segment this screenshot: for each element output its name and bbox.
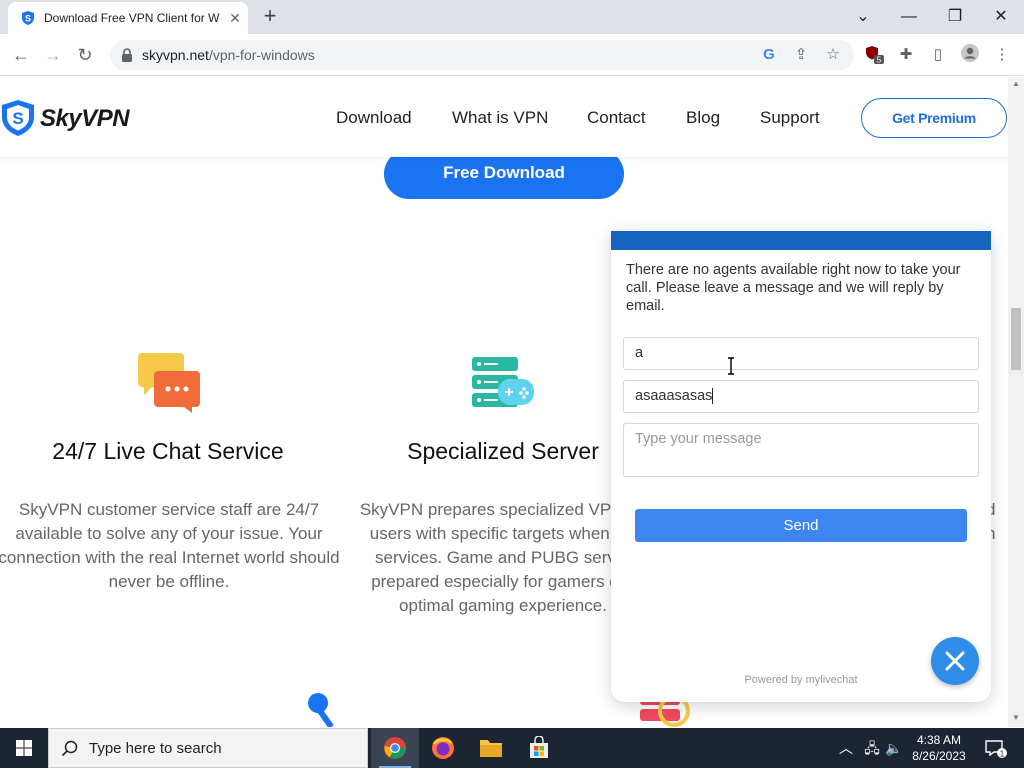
- feature-desc-live-chat: SkyVPN customer service staff are 24/7 a…: [0, 498, 350, 594]
- brand-name: SkyVPN: [40, 105, 130, 132]
- url-domain: skyvpn.net: [142, 47, 209, 63]
- close-window-button[interactable]: ✕: [978, 4, 1024, 30]
- skyvpn-logo[interactable]: S SkyVPN: [0, 99, 130, 139]
- get-premium-button[interactable]: Get Premium: [861, 98, 1007, 138]
- chrome-icon: [384, 737, 406, 759]
- folder-icon: [480, 740, 502, 757]
- profile-avatar-icon[interactable]: [958, 43, 982, 67]
- taskbar-store[interactable]: [515, 728, 563, 768]
- skyvpn-shield-icon: S: [2, 100, 34, 136]
- tab-close-icon[interactable]: ✕: [227, 10, 243, 26]
- live-chat-icon: [138, 353, 200, 413]
- volume-icon[interactable]: 🔈: [884, 738, 904, 758]
- site-header: S SkyVPN Download What is VPN Contact Bl…: [0, 77, 1008, 157]
- notification-count: 1: [1000, 750, 1005, 759]
- search-icon: [61, 740, 78, 757]
- side-panel-icon[interactable]: ▯: [926, 43, 950, 67]
- new-tab-button[interactable]: +: [258, 5, 282, 29]
- address-bar[interactable]: skyvpn.net/vpn-for-windows G ⇪ ☆: [110, 40, 854, 70]
- feature-title-specialized-server: Specialized Server: [407, 438, 599, 464]
- chrome-menu-icon[interactable]: ⋮: [990, 43, 1014, 67]
- tab-search-icon[interactable]: ⌄: [840, 4, 886, 30]
- browser-toolbar: ← → ↻ skyvpn.net/vpn-for-windows G ⇪ ☆ 5…: [0, 34, 1024, 76]
- nav-contact[interactable]: Contact: [587, 108, 646, 128]
- desc-line: SkyVPN customer service staff are 24/7: [18, 500, 320, 519]
- chat-name-field[interactable]: a: [623, 337, 979, 370]
- store-icon: [530, 736, 548, 758]
- page-scrollbar[interactable]: ▲ ▼: [1008, 77, 1024, 727]
- system-clock[interactable]: 4:38 AM 8/26/2023: [906, 732, 972, 764]
- svg-text:S: S: [25, 14, 31, 24]
- extension-badge: 5: [877, 56, 882, 65]
- desc-line: never be offline.: [108, 572, 230, 591]
- browser-tab[interactable]: S Download Free VPN Client for W ✕: [8, 2, 248, 34]
- chat-message-textarea[interactable]: Type your message: [623, 423, 979, 477]
- svg-text:S: S: [12, 109, 23, 128]
- show-hidden-icons-icon[interactable]: ︿: [838, 738, 854, 758]
- chat-header: [611, 231, 991, 250]
- chat-send-button[interactable]: Send: [635, 509, 967, 542]
- taskbar-file-explorer[interactable]: [467, 728, 515, 768]
- ibeam-cursor-icon: [728, 357, 734, 375]
- nav-download[interactable]: Download: [336, 108, 412, 128]
- nav-support[interactable]: Support: [760, 108, 820, 128]
- clock-date: 8/26/2023: [912, 749, 966, 763]
- network-icon[interactable]: 🖧: [862, 738, 882, 758]
- ublock-extension-icon[interactable]: 5: [862, 43, 886, 67]
- search-placeholder: Type here to search: [89, 740, 222, 757]
- live-chat-widget: There are no agents available right now …: [611, 231, 991, 702]
- skyvpn-favicon-icon: S: [22, 11, 34, 25]
- firefox-icon: [432, 737, 454, 759]
- web-page: S SkyVPN Download What is VPN Contact Bl…: [0, 77, 1008, 727]
- chat-email-field[interactable]: asaaasasas: [623, 380, 979, 413]
- windows-logo-icon: [16, 740, 32, 756]
- desc-line: available to solve any of your issue. Yo…: [15, 524, 323, 543]
- feature-title-live-chat: 24/7 Live Chat Service: [52, 438, 284, 464]
- scroll-down-arrow-icon[interactable]: ▼: [1012, 713, 1020, 722]
- text-caret: [712, 388, 714, 405]
- taskbar-search-box[interactable]: Type here to search: [48, 728, 368, 768]
- notification-center-icon[interactable]: 1: [980, 738, 1010, 759]
- start-button[interactable]: [0, 728, 48, 768]
- minimize-button[interactable]: —: [886, 4, 932, 30]
- nav-what-is-vpn[interactable]: What is VPN: [452, 108, 548, 128]
- lock-icon: [122, 48, 132, 62]
- specialized-server-icon: [472, 357, 534, 407]
- url-text: skyvpn.net/vpn-for-windows: [142, 47, 315, 63]
- chat-close-button[interactable]: [931, 637, 979, 685]
- share-icon[interactable]: ⇪: [789, 43, 813, 67]
- chat-email-value: asaaasasas: [635, 388, 713, 404]
- restore-button[interactable]: ❐: [932, 4, 978, 30]
- nav-blog[interactable]: Blog: [686, 108, 720, 128]
- reload-button[interactable]: ↻: [72, 42, 98, 68]
- taskbar-firefox[interactable]: [419, 728, 467, 768]
- taskbar-chrome[interactable]: [371, 728, 419, 768]
- extensions-puzzle-icon[interactable]: ✚: [894, 43, 918, 67]
- tab-title: Download Free VPN Client for W: [44, 11, 220, 25]
- chat-offline-message: There are no agents available right now …: [626, 262, 961, 314]
- google-translate-icon[interactable]: G: [757, 43, 781, 67]
- close-icon: [945, 651, 965, 671]
- scrollbar-thumb[interactable]: [1011, 308, 1021, 370]
- bookmark-star-icon[interactable]: ☆: [821, 43, 845, 67]
- clock-time: 4:38 AM: [916, 733, 962, 747]
- key-icon: [308, 693, 334, 727]
- windows-taskbar: Type here to search ︿ 🖧 🔈 4:38 AM 8/26/2…: [0, 728, 1024, 768]
- url-path: /vpn-for-windows: [208, 47, 315, 63]
- tab-strip: S Download Free VPN Client for W ✕ + ⌄ —…: [0, 0, 1024, 34]
- back-button[interactable]: ←: [8, 42, 34, 68]
- scroll-up-arrow-icon[interactable]: ▲: [1012, 79, 1020, 88]
- desc-line: connection with the real Internet world …: [0, 548, 340, 567]
- forward-button[interactable]: →: [40, 42, 66, 68]
